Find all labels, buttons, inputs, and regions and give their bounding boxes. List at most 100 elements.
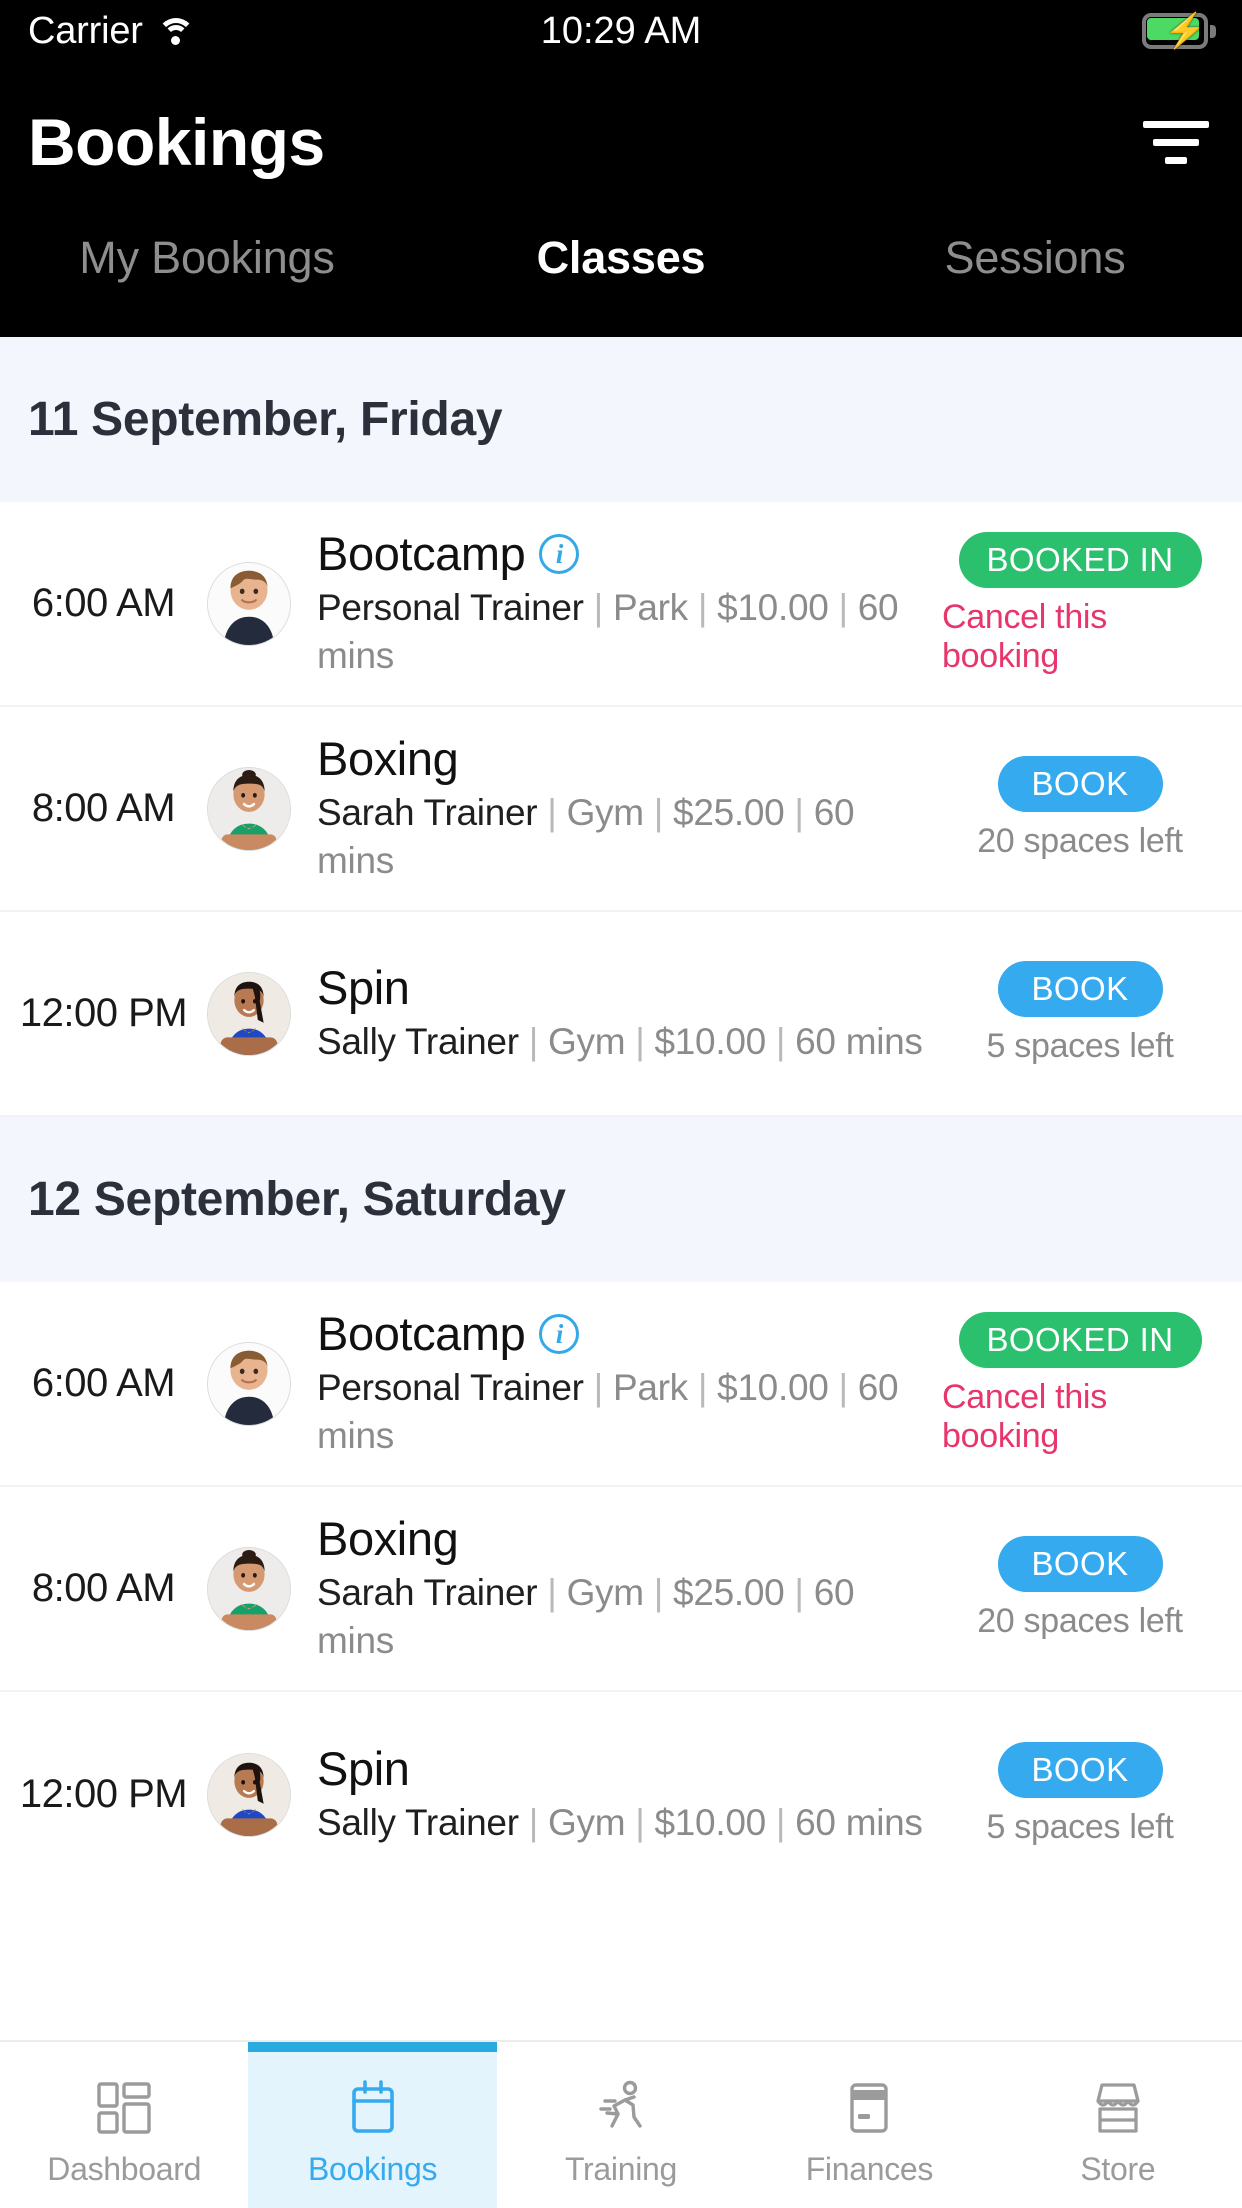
spaces-left-label: 20 spaces left bbox=[977, 822, 1183, 860]
avatar bbox=[207, 1341, 291, 1426]
row-actions: BOOK 5 spaces left bbox=[942, 961, 1242, 1066]
avatar bbox=[207, 766, 291, 851]
table-row[interactable]: 12:00 PM Spin Sally Trainer | Gym | $10.… bbox=[0, 912, 1242, 1117]
spaces-left-label: 5 spaces left bbox=[986, 1808, 1174, 1846]
row-main: Bootcamp i Personal Trainer | Park | $10… bbox=[291, 526, 942, 679]
credit-card-icon bbox=[832, 2071, 906, 2145]
trainer-name: Sally Trainer bbox=[317, 1021, 519, 1063]
bottom-navigation: Dashboard Bookings Training Finances Sto… bbox=[0, 2040, 1242, 2208]
table-row[interactable]: 6:00 AM Bootcamp i Personal Trainer | Pa… bbox=[0, 1282, 1242, 1487]
row-title-wrap: Spin bbox=[317, 960, 930, 1015]
row-main: Spin Sally Trainer | Gym | $10.00 | 60 m… bbox=[291, 960, 942, 1066]
price: $25.00 bbox=[673, 792, 785, 834]
price: $10.00 bbox=[654, 1021, 767, 1063]
row-details: Sally Trainer | Gym | $10.00 | 60 mins bbox=[317, 1802, 923, 1844]
row-time: 6:00 AM bbox=[31, 1361, 176, 1405]
nav-label-finances: Finances bbox=[805, 2150, 934, 2187]
class-name: Spin bbox=[317, 1741, 410, 1795]
nav-label-training: Training bbox=[565, 2150, 678, 2187]
avatar bbox=[207, 1752, 291, 1837]
row-details: Sarah Trainer | Gym | $25.00 | 60 mins bbox=[317, 792, 855, 881]
avatar bbox=[207, 1546, 291, 1631]
trainer-name: Personal Trainer bbox=[317, 1367, 584, 1409]
location: Gym bbox=[566, 1572, 645, 1614]
row-main: Boxing Sarah Trainer | Gym | $25.00 | 60… bbox=[291, 1511, 942, 1664]
running-person-icon bbox=[584, 2071, 658, 2145]
price: $25.00 bbox=[673, 1572, 785, 1614]
booked-in-button[interactable]: BOOKED IN bbox=[958, 531, 1202, 588]
table-row[interactable]: 8:00 AM Boxing Sarah Trainer | Gym | $25… bbox=[0, 1487, 1242, 1692]
class-name: Boxing bbox=[317, 731, 459, 785]
price: $10.00 bbox=[717, 587, 829, 629]
table-row[interactable]: 12:00 PM Spin Sally Trainer | Gym | $10.… bbox=[0, 1692, 1242, 1897]
class-name: Bootcamp bbox=[317, 526, 526, 580]
day-header: 11 September, Friday bbox=[0, 337, 1242, 502]
trainer-name: Sarah Trainer bbox=[317, 792, 538, 834]
nav-item-training[interactable]: Training bbox=[497, 2042, 745, 2208]
table-row[interactable]: 6:00 AM Bootcamp i Personal Trainer | Pa… bbox=[0, 502, 1242, 707]
day-header: 12 September, Saturday bbox=[0, 1117, 1242, 1282]
dashboard-grid-icon bbox=[87, 2071, 161, 2145]
location: Gym bbox=[566, 792, 645, 834]
row-main: Spin Sally Trainer | Gym | $10.00 | 60 m… bbox=[291, 1741, 942, 1847]
location: Gym bbox=[548, 1021, 626, 1063]
nav-label-bookings: Bookings bbox=[307, 2150, 438, 2187]
book-button[interactable]: BOOK bbox=[997, 961, 1163, 1017]
bookings-list: 11 September, Friday 6:00 AM Bootcamp i … bbox=[0, 337, 1242, 1897]
row-time: 6:00 AM bbox=[31, 581, 176, 625]
table-row[interactable]: 8:00 AM Boxing Sarah Trainer | Gym | $25… bbox=[0, 707, 1242, 912]
location: Park bbox=[612, 1367, 688, 1409]
nav-label-store: Store bbox=[1080, 2150, 1156, 2187]
nav-item-bookings[interactable]: Bookings bbox=[248, 2042, 498, 2208]
tab-bar: My Bookings Classes Sessions bbox=[0, 222, 1242, 337]
row-details: Personal Trainer | Park | $10.00 | 60 mi… bbox=[317, 1367, 899, 1456]
duration: 60 mins bbox=[795, 1021, 923, 1063]
row-time: 12:00 PM bbox=[19, 1772, 188, 1816]
row-details: Personal Trainer | Park | $10.00 | 60 mi… bbox=[317, 587, 899, 676]
page-title: Bookings bbox=[28, 105, 325, 179]
booked-in-button[interactable]: BOOKED IN bbox=[958, 1311, 1202, 1368]
filter-icon[interactable] bbox=[1138, 104, 1214, 180]
row-main: Boxing Sarah Trainer | Gym | $25.00 | 60… bbox=[291, 731, 942, 884]
book-button[interactable]: BOOK bbox=[997, 1742, 1163, 1798]
price: $10.00 bbox=[654, 1802, 767, 1844]
status-bar-clock: 10:29 AM bbox=[540, 9, 702, 52]
row-title-wrap: Bootcamp i bbox=[317, 526, 930, 581]
cancel-booking-link[interactable]: Cancel this booking bbox=[942, 1378, 1218, 1456]
row-title-wrap: Spin bbox=[317, 1741, 930, 1796]
row-actions: BOOKED IN Cancel this booking bbox=[942, 531, 1242, 676]
nav-item-dashboard[interactable]: Dashboard bbox=[0, 2042, 248, 2208]
book-button[interactable]: BOOK bbox=[997, 756, 1163, 812]
battery-charging-icon: ⚡ bbox=[1142, 12, 1216, 50]
row-title-wrap: Boxing bbox=[317, 731, 930, 786]
row-time: 8:00 AM bbox=[31, 1566, 176, 1610]
tab-sessions[interactable]: Sessions bbox=[828, 232, 1242, 284]
tab-my-bookings[interactable]: My Bookings bbox=[0, 232, 414, 284]
book-button[interactable]: BOOK bbox=[997, 1536, 1163, 1592]
class-name: Spin bbox=[317, 960, 410, 1014]
nav-label-dashboard: Dashboard bbox=[47, 2150, 202, 2187]
row-main: Bootcamp i Personal Trainer | Park | $10… bbox=[291, 1306, 942, 1459]
tab-classes[interactable]: Classes bbox=[414, 232, 828, 284]
row-details: Sally Trainer | Gym | $10.00 | 60 mins bbox=[317, 1021, 923, 1063]
calendar-icon bbox=[336, 2071, 410, 2145]
location: Park bbox=[612, 587, 688, 629]
row-title-wrap: Boxing bbox=[317, 1511, 930, 1566]
row-actions: BOOK 5 spaces left bbox=[942, 1742, 1242, 1847]
info-icon[interactable]: i bbox=[539, 1314, 580, 1355]
price: $10.00 bbox=[717, 1367, 829, 1409]
class-name: Bootcamp bbox=[317, 1306, 526, 1360]
info-icon[interactable]: i bbox=[539, 534, 580, 575]
trainer-name: Sally Trainer bbox=[317, 1802, 519, 1844]
location: Gym bbox=[548, 1802, 626, 1844]
row-details: Sarah Trainer | Gym | $25.00 | 60 mins bbox=[317, 1572, 855, 1661]
row-title-wrap: Bootcamp i bbox=[317, 1306, 930, 1361]
nav-item-finances[interactable]: Finances bbox=[745, 2042, 993, 2208]
row-time: 8:00 AM bbox=[31, 786, 176, 830]
nav-item-store[interactable]: Store bbox=[994, 2042, 1242, 2208]
spaces-left-label: 5 spaces left bbox=[986, 1027, 1174, 1065]
class-name: Boxing bbox=[317, 1511, 459, 1565]
row-actions: BOOKED IN Cancel this booking bbox=[942, 1311, 1242, 1456]
spaces-left-label: 20 spaces left bbox=[977, 1602, 1183, 1640]
cancel-booking-link[interactable]: Cancel this booking bbox=[942, 598, 1218, 676]
